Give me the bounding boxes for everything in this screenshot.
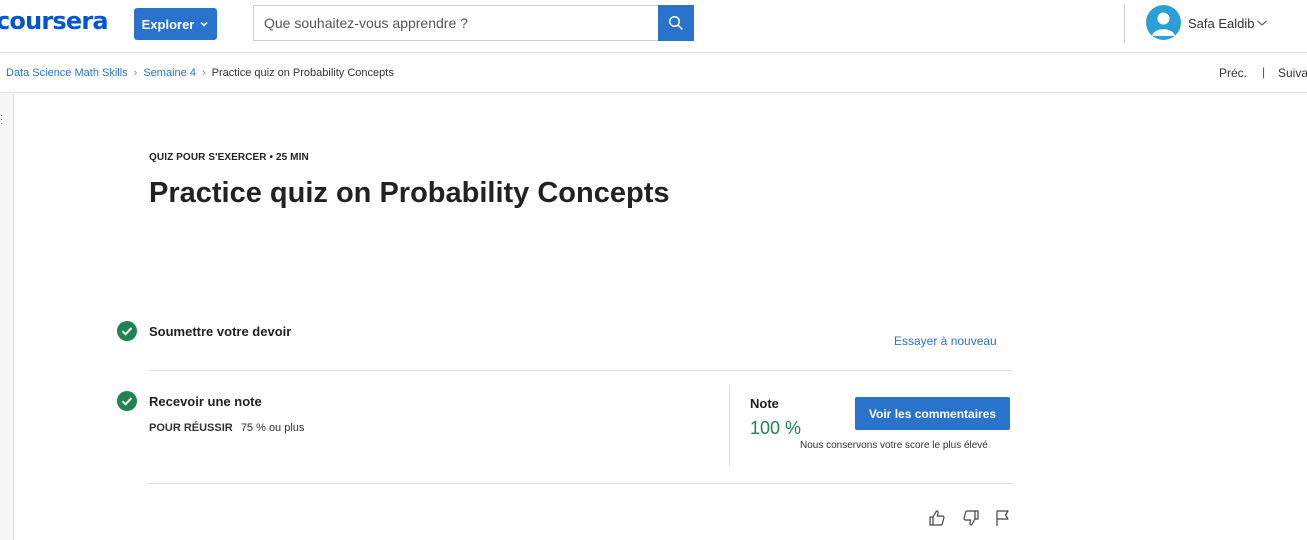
drag-handle-icon[interactable]: · · · [0,111,3,129]
check-circle-icon [117,321,137,341]
header-divider [1124,4,1125,42]
explore-button[interactable]: Explorer [134,8,217,40]
quiz-meta: QUIZ POUR S'EXERCER • 25 MIN [149,152,309,163]
left-rail: · · · [0,94,14,540]
chevron-right-icon: › [133,67,138,79]
breadcrumb-bar: Data Science Math Skills › Semaine 4 › P… [0,53,1307,93]
divider [149,370,1013,371]
grade-step-label: Recevoir une note [149,394,262,409]
vertical-divider [729,385,730,467]
page-title: Practice quiz on Probability Concepts [149,177,670,209]
thumbs-up-icon[interactable] [927,508,947,528]
search-icon [668,15,683,30]
keep-highest-score-note: Nous conservons votre score le plus élev… [800,440,988,451]
username[interactable]: Safa Ealdib [1188,16,1255,31]
nav-separator: | [1262,65,1266,79]
pass-requirement-value: 75 % ou plus [240,422,305,434]
search-button[interactable] [658,5,694,41]
grade-value: 100 % [750,418,802,438]
search-input[interactable]: Que souhaitez-vous apprendre ? [253,5,659,41]
next-item-link[interactable]: Suiva [1278,66,1307,80]
view-feedback-button[interactable]: Voir les commentaires [855,397,1010,430]
divider [149,483,1013,484]
previous-item-link[interactable]: Préc. [1219,66,1247,80]
breadcrumb-current: Practice quiz on Probability Concepts [211,67,394,79]
submit-step-label: Soumettre votre devoir [149,324,292,339]
top-header: coursera Explorer Que souhaitez-vous app… [0,0,1307,53]
coursera-logo[interactable]: coursera [0,7,109,35]
breadcrumb-course[interactable]: Data Science Math Skills [6,67,128,79]
explore-button-label: Explorer [141,16,195,32]
thumbs-down-icon[interactable] [961,508,981,528]
grade-label: Note [750,396,779,411]
chevron-right-icon: › [201,67,206,79]
breadcrumb: Data Science Math Skills › Semaine 4 › P… [6,67,394,79]
check-circle-icon [117,391,137,411]
user-avatar-icon[interactable] [1146,5,1181,40]
breadcrumb-week[interactable]: Semaine 4 [143,67,196,79]
pass-requirement: POUR RÉUSSIR 75 % ou plus [149,422,304,434]
flag-icon[interactable] [993,508,1013,528]
chevron-down-icon[interactable] [1256,18,1268,28]
retry-link[interactable]: Essayer à nouveau [894,334,997,348]
pass-requirement-key: POUR RÉUSSIR [149,422,233,434]
chevron-down-icon [200,21,208,27]
